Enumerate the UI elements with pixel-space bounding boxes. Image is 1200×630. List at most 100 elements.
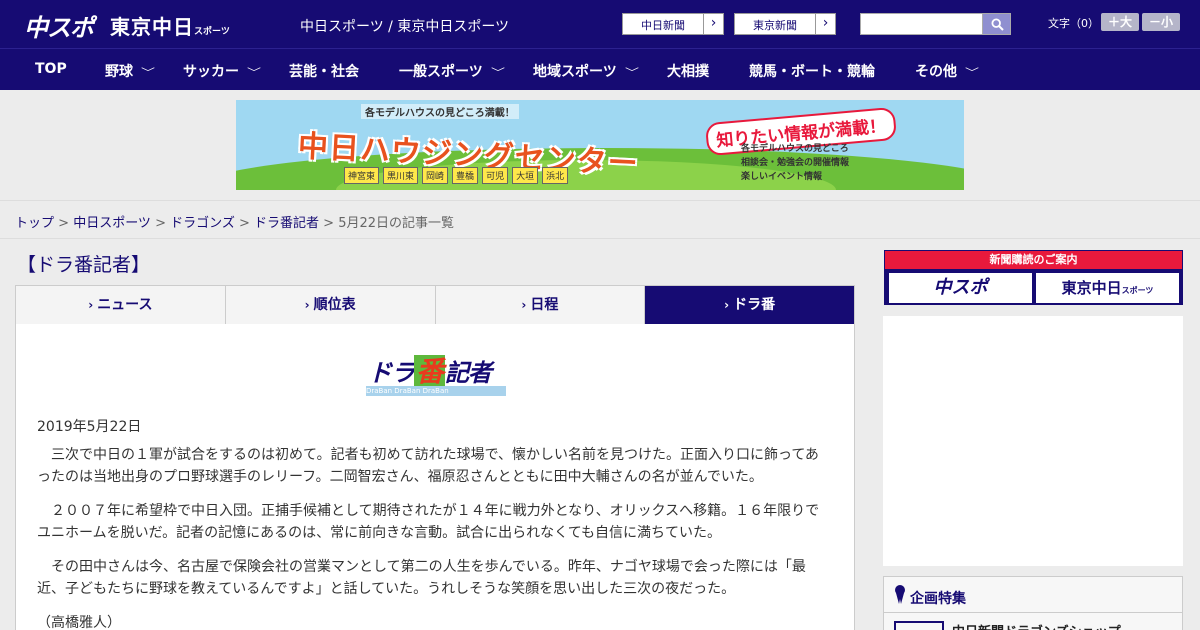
chevron-down-icon: ﹀ — [247, 68, 261, 79]
feature-header: 企画特集 — [884, 577, 1182, 613]
tokyo-chunichi-logo-text: 東京中日 — [110, 15, 194, 39]
nav-item-soccer[interactable]: サッカー ﹀ — [183, 61, 261, 81]
tab-doraban[interactable]: › ドラ番 — [645, 286, 854, 331]
tokyo-chunichi-subscribe-button[interactable]: 東京中日スポーツ — [1036, 273, 1179, 303]
corner-logo-part: ドラ — [368, 359, 415, 387]
tokyo-chunichi-logo-small: スポーツ — [194, 27, 230, 37]
nav-item-label: 競馬・ボート・競輪 — [749, 64, 875, 80]
chevron-right-icon: › — [304, 298, 310, 312]
banner-town: 岡崎 — [422, 167, 449, 184]
nav-item-sumo[interactable]: 大相撲 — [667, 61, 709, 81]
subscribe-button-label: 東京中日 — [1061, 279, 1122, 297]
breadcrumb-current: 5月22日の記事一覧 — [338, 216, 455, 231]
breadcrumb-link-top[interactable]: トップ — [15, 216, 54, 231]
subscription-title: 新聞購読のご案内 — [885, 251, 1182, 269]
tab-label: ドラ番 — [733, 297, 776, 313]
nav-item-local-sports[interactable]: 地域スポーツ ﹀ — [533, 61, 639, 81]
banner-town: 浜北 — [542, 167, 569, 184]
chevron-down-icon: ﹀ — [490, 68, 505, 79]
nav-item-label: 野球 — [105, 64, 133, 80]
tab-standings[interactable]: › 順位表 — [226, 286, 436, 324]
nav-item-label: 一般スポーツ — [399, 64, 483, 80]
font-size-label: 文字（0） — [1048, 17, 1099, 30]
sidebar-ad — [883, 316, 1183, 566]
chuspo-logo[interactable]: 中スポ — [24, 8, 94, 43]
breadcrumb-separator: > — [319, 216, 339, 231]
ribbon-icon — [895, 585, 905, 604]
site-header: 中スポ 東京中日スポーツ 中日スポーツ / 東京中日スポーツ 中日新聞 › 東京… — [0, 0, 1200, 48]
nav-item-top[interactable]: TOP — [35, 61, 67, 77]
chevron-down-icon: ﹀ — [141, 68, 155, 79]
chunichi-shimbun-label: 中日新聞 — [641, 19, 685, 32]
chevron-down-icon: ﹀ — [624, 68, 639, 79]
banner-town: 大垣 — [512, 167, 539, 184]
corner-logo-text: ドラ番記者 — [368, 350, 492, 390]
search-button[interactable] — [982, 13, 1011, 35]
corner-logo-part: 記者 — [445, 359, 492, 387]
breadcrumb-link-doraban[interactable]: ドラ番記者 — [254, 216, 319, 231]
banner-town: 豊橋 — [452, 167, 479, 184]
chevron-right-icon: › — [724, 298, 730, 312]
banner-info-line: 相談会・勉強会の開催情報 — [741, 158, 850, 168]
section-tabs: › ニュース › 順位表 › 日程 › ドラ番 — [15, 285, 855, 331]
chunichi-shimbun-link[interactable]: 中日新聞 › — [622, 13, 724, 35]
article-author: （高橋雅人） — [37, 615, 121, 630]
corner-logo-strip: DraBan DraBan DraBan — [366, 386, 506, 396]
article-body: ドラ番記者 DraBan DraBan DraBan 2019年5月22日 三次… — [15, 324, 855, 630]
article-date: 2019年5月22日 — [37, 419, 142, 435]
main-nav: TOP 野球 ﹀ サッカー ﹀ 芸能・社会 一般スポーツ ﹀ 地域スポーツ ﹀ 大相撲 … — [0, 48, 1200, 90]
chevron-right-icon: › — [703, 14, 723, 34]
nav-item-general-sports[interactable]: 一般スポーツ ﹀ — [399, 61, 505, 81]
nav-item-other[interactable]: その他 ﹀ — [915, 61, 979, 81]
nav-item-label: 地域スポーツ — [533, 64, 617, 80]
nav-item-entertainment[interactable]: 芸能・社会 — [289, 61, 359, 81]
tab-news[interactable]: › ニュース — [16, 286, 226, 324]
tokyo-shimbun-link[interactable]: 東京新聞 › — [734, 13, 836, 35]
page-title: 【ドラ番記者】 — [17, 254, 151, 276]
banner-towns: 神宮東 黒川東 岡崎 豊橋 可児 大垣 浜北 — [344, 167, 569, 184]
breadcrumb: トップ > 中日スポーツ > ドラゴンズ > ドラ番記者 > 5月22日の記事一… — [15, 212, 454, 231]
chevron-right-icon: › — [521, 298, 527, 312]
nav-item-label: 大相撲 — [667, 64, 709, 80]
breadcrumb-separator: > — [234, 216, 255, 231]
search-icon — [991, 18, 1004, 31]
nav-item-racing[interactable]: 競馬・ボート・競輪 — [749, 61, 875, 81]
nav-item-label: TOP — [35, 61, 67, 77]
feature-item-title: 中日新聞ドラゴンズショップ — [952, 621, 1121, 630]
search-input[interactable] — [860, 13, 983, 35]
feature-thumbnail — [894, 621, 944, 630]
banner-info-line: 各モデルハウスの見どころ — [741, 144, 849, 154]
chevron-down-icon: ﹀ — [965, 68, 979, 79]
corner-logo-part: 番 — [414, 355, 446, 388]
breadcrumb-separator: > — [54, 216, 74, 231]
tokyo-chunichi-logo[interactable]: 東京中日スポーツ — [110, 11, 230, 40]
nav-item-baseball[interactable]: 野球 ﹀ — [105, 61, 155, 81]
subscribe-button-small: スポーツ — [1121, 286, 1154, 295]
nav-item-label: 芸能・社会 — [289, 64, 359, 80]
breadcrumb-bar: トップ > 中日スポーツ > ドラゴンズ > ドラ番記者 > 5月22日の記事一… — [0, 200, 1200, 239]
banner-town: 黒川東 — [383, 167, 419, 184]
article-paragraph: 三次で中日の１軍が試合をするのは初めて。記者も初めて訪れた球場で、懐かしい名前を… — [37, 447, 819, 485]
banner-info: 各モデルハウスの見どころ 相談会・勉強会の開催情報 楽しいイベント情報 — [741, 142, 849, 184]
breadcrumb-link-chunichi-sports[interactable]: 中日スポーツ — [73, 216, 151, 231]
font-smaller-button[interactable]: －小 — [1142, 13, 1180, 31]
banner-info-line: 楽しいイベント情報 — [741, 172, 823, 182]
feature-box: 企画特集 中日新聞ドラゴンズショップ — [883, 576, 1183, 630]
banner-town: 神宮東 — [344, 167, 380, 184]
subscription-box: 新聞購読のご案内 中スポ 東京中日スポーツ — [884, 250, 1183, 305]
article-paragraph: ２００７年に希望枠で中日入団。正捕手候補として期待されたが１４年に戦力外となり、… — [37, 503, 820, 541]
nav-item-label: サッカー — [183, 64, 239, 80]
article-paragraph: その田中さんは今、名古屋で保険会社の営業マンとして第二の人生を歩んでいる。昨年、… — [37, 559, 806, 597]
tab-schedule[interactable]: › 日程 — [436, 286, 646, 324]
housing-center-banner[interactable]: 各モデルハウスの見どころ満載！ 中日ハウジングセンター 神宮東 黒川東 岡崎 豊… — [236, 100, 964, 190]
chuspo-subscribe-button[interactable]: 中スポ — [889, 273, 1032, 303]
feature-item[interactable]: 中日新聞ドラゴンズショップ — [894, 621, 1174, 630]
breadcrumb-link-dragons[interactable]: ドラゴンズ — [170, 216, 235, 231]
tokyo-shimbun-label: 東京新聞 — [753, 19, 797, 32]
banner-top-text: 各モデルハウスの見どころ満載！ — [361, 104, 519, 119]
chevron-right-icon: › — [815, 14, 835, 34]
chevron-right-icon: › — [88, 298, 94, 312]
tab-label: 順位表 — [313, 297, 356, 313]
nav-item-label: その他 — [915, 64, 957, 80]
font-larger-button[interactable]: ＋大 — [1101, 13, 1139, 31]
